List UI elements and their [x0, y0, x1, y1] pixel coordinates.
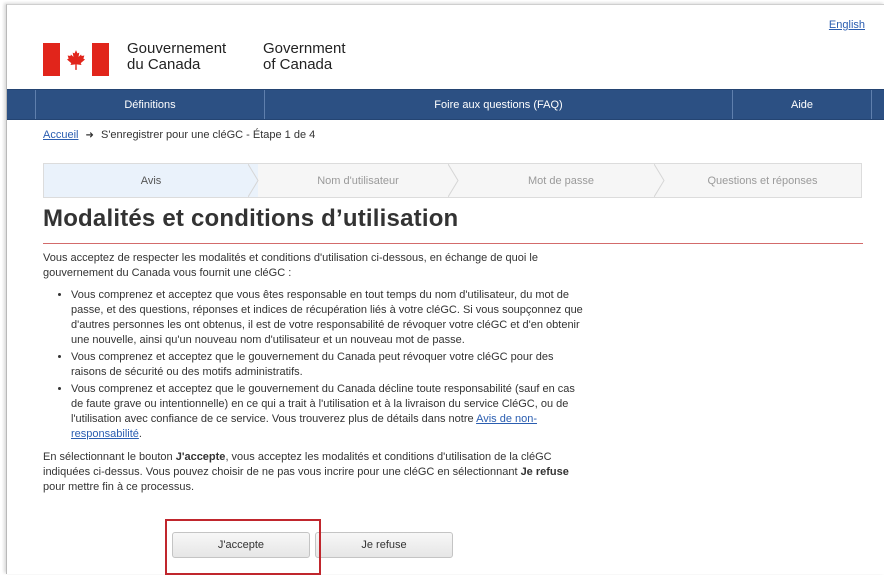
step-password: Mot de passe	[458, 164, 665, 197]
main-menu-bar: Définitions Foire aux questions (FAQ) Ai…	[7, 89, 884, 120]
step-notice: Avis	[44, 164, 259, 197]
list-item: Vous comprenez et acceptez que vous êtes…	[71, 288, 583, 348]
menu-item-faq[interactable]: Foire aux questions (FAQ)	[265, 90, 733, 119]
menu-item-definitions[interactable]: Définitions	[35, 90, 265, 119]
step-separator-icon	[448, 164, 459, 197]
wordmark-fr: Gouvernement du Canada	[127, 40, 227, 73]
list-item: Vous comprenez et acceptez que le gouver…	[71, 382, 583, 442]
step-username: Nom d'utilisateur	[258, 164, 459, 197]
terms-content: Vous acceptez de respecter les modalités…	[43, 251, 583, 502]
browser-page: English Gouvernement du Canada Governmen…	[6, 4, 884, 574]
intro-paragraph: Vous acceptez de respecter les modalités…	[43, 252, 538, 279]
page-title: Modalités et conditions d’utilisation	[43, 205, 459, 232]
outro-paragraph: En sélectionnant le bouton J'accepte, vo…	[43, 451, 569, 493]
breadcrumb-current: S'enregistrer pour une cléGC - Étape 1 d…	[100, 129, 316, 141]
form-buttons: J'accepte Je refuse	[172, 532, 453, 558]
government-signature: Gouvernement du Canada Government of Can…	[43, 41, 381, 76]
step-questions: Questions et réponses	[707, 174, 818, 187]
arrow-right-icon: ➜	[85, 130, 94, 141]
breadcrumb-home-link[interactable]: Accueil	[43, 129, 78, 141]
language-toggle-link[interactable]: English	[829, 19, 865, 31]
terms-list: Vous comprenez et acceptez que vous êtes…	[43, 288, 583, 442]
wordmark-en: Government of Canada	[263, 40, 346, 73]
menu-item-help[interactable]: Aide	[733, 90, 872, 119]
canada-flag-icon	[43, 43, 109, 76]
step-separator-icon	[248, 164, 259, 197]
step-separator-icon	[654, 164, 665, 197]
refuse-button[interactable]: Je refuse	[315, 532, 453, 558]
progress-steps: Avis Nom d'utilisateur Mot de passe Ques…	[43, 163, 862, 198]
accept-button[interactable]: J'accepte	[172, 532, 310, 558]
list-item: Vous comprenez et acceptez que le gouver…	[71, 350, 583, 380]
title-underline	[43, 243, 863, 244]
wordmark: Gouvernement du Canada Government of Can…	[127, 41, 381, 73]
breadcrumb: Accueil ➜ S'enregistrer pour une cléGC -…	[43, 129, 315, 141]
